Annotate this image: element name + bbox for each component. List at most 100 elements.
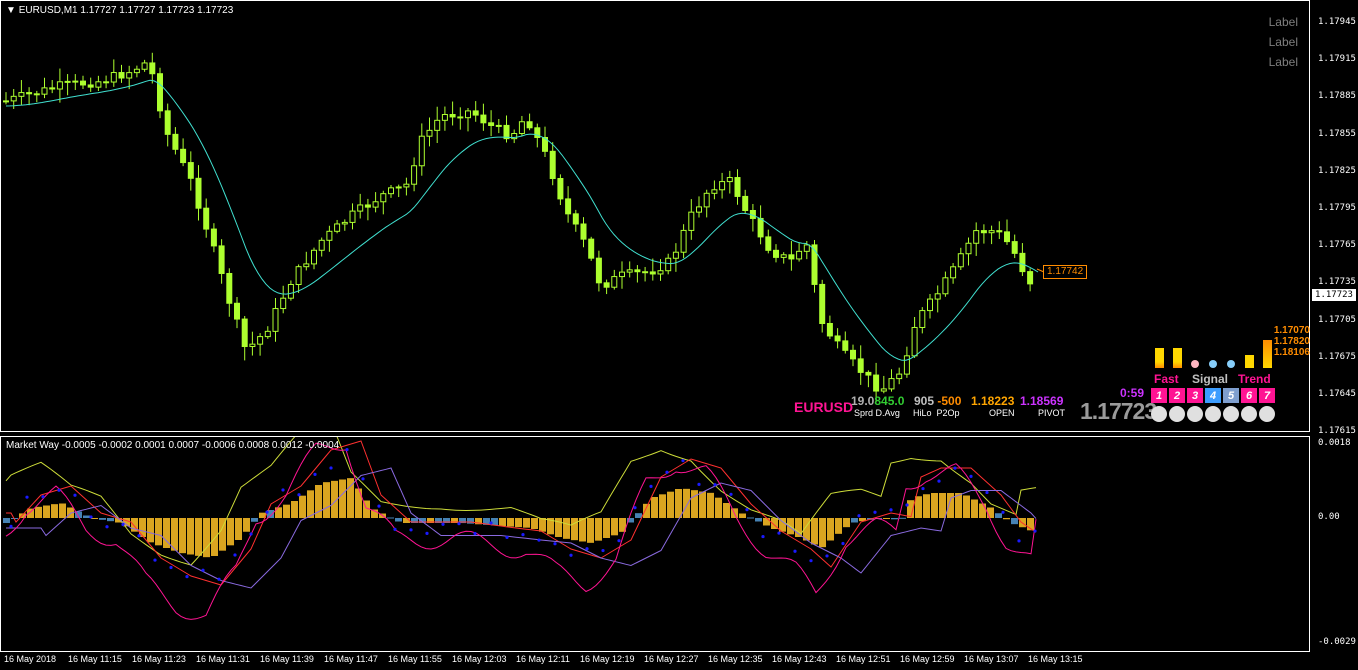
candle-body	[942, 277, 949, 295]
time-axis-label: 16 May 11:15	[68, 654, 122, 664]
candle-body	[141, 62, 148, 70]
signal-levels: 1.17070 1.17820 1.18106	[1270, 325, 1310, 358]
candle-body	[688, 211, 695, 231]
candle-body	[272, 308, 279, 332]
candle-body	[726, 177, 733, 183]
signal-level-3: 1.18106	[1273, 347, 1310, 358]
indicator-dot	[137, 534, 141, 538]
fast-bar-2	[1173, 348, 1182, 368]
indicator-dot	[969, 474, 973, 478]
indicator-dot	[473, 531, 477, 536]
histogram-bar	[691, 490, 698, 518]
histogram-bar	[59, 503, 66, 518]
candle-body	[880, 388, 887, 392]
time-axis-label: 16 May 13:07	[964, 654, 1019, 664]
histogram-bar	[635, 513, 642, 518]
candle-body	[672, 251, 679, 259]
davg-label: D.Avg	[875, 408, 900, 418]
signal-circle-4	[1205, 406, 1221, 422]
pivot-label: PIVOT	[1038, 408, 1066, 418]
histogram-bar	[995, 513, 1002, 518]
candle-body	[449, 114, 456, 118]
indicator-dot	[345, 448, 349, 452]
indicator-dot	[825, 554, 829, 558]
histogram-bar	[107, 518, 114, 522]
indicator-dot	[185, 574, 189, 579]
signal-level-1: 1.17070	[1273, 325, 1310, 336]
candle-body	[349, 210, 356, 223]
histogram-bar	[507, 518, 514, 527]
signal-circle-7	[1259, 406, 1275, 422]
signal-box-2: 2	[1169, 388, 1185, 403]
indicator-dot	[73, 493, 77, 497]
indicator-dot	[489, 521, 493, 525]
price-axis-label: 1.17915	[1318, 54, 1356, 65]
histogram-bar	[3, 518, 10, 523]
signal-label: Signal	[1192, 372, 1229, 386]
candle-body	[850, 349, 856, 360]
indicator-dot	[313, 472, 317, 476]
candle-body	[518, 121, 525, 135]
histogram-bar	[707, 492, 714, 518]
histogram-bar	[939, 493, 946, 518]
candle-body	[495, 124, 502, 127]
fast-label: Fast	[1154, 372, 1179, 386]
candle-body	[149, 62, 156, 75]
label-3: Label	[1268, 55, 1298, 69]
histogram-bar	[891, 518, 898, 520]
indicator-dot	[649, 484, 653, 488]
indicator-dot	[761, 534, 765, 539]
spread-value: 19.0	[851, 394, 875, 408]
indicator-dot	[553, 542, 557, 546]
candle-body	[549, 150, 556, 180]
histogram-bar	[523, 518, 530, 528]
indicator-pane[interactable]	[0, 436, 1310, 652]
candle-body	[287, 284, 294, 299]
time-axis-label: 16 May 2018	[4, 654, 57, 664]
indicator-dot	[889, 508, 893, 512]
histogram-bar	[1003, 518, 1010, 520]
candle-body	[56, 81, 63, 90]
candle-body	[3, 100, 9, 103]
main-chart-pane[interactable]	[0, 0, 1310, 432]
candle-body	[234, 302, 240, 320]
indicator-dot	[713, 483, 717, 487]
histogram-bar	[515, 518, 522, 528]
signal-box-5: 5	[1223, 388, 1239, 403]
candle-body	[657, 270, 664, 275]
pivot-value: 1.18569	[1020, 394, 1064, 408]
histogram-bar	[963, 495, 970, 518]
indicator-axis-label: 0.0018	[1318, 438, 1351, 448]
candle-body	[957, 253, 964, 268]
time-axis-label: 16 May 12:43	[772, 654, 827, 664]
histogram-bar	[227, 518, 234, 546]
price-axis-label: 1.17645	[1318, 389, 1356, 399]
candle-body	[95, 81, 102, 88]
indicator-dot	[729, 492, 733, 496]
candle-body	[318, 239, 325, 251]
candle-body	[580, 223, 587, 240]
histogram-bar	[595, 518, 602, 541]
current-price-marker: 1.17723	[1312, 289, 1356, 301]
candle-body	[249, 343, 256, 348]
candle-body	[742, 195, 749, 212]
candle-body	[896, 373, 903, 380]
histogram-bar	[723, 503, 730, 518]
candle-body	[80, 80, 86, 86]
histogram-bar	[899, 517, 906, 519]
candle-body	[950, 266, 957, 279]
candle-body	[788, 254, 795, 260]
histogram-bar	[179, 518, 186, 554]
chart-menu-arrow-icon[interactable]: ▼	[6, 5, 16, 16]
candle-body	[572, 213, 579, 225]
indicator-dot	[25, 495, 29, 499]
candle-body	[118, 72, 125, 79]
histogram-bar	[299, 495, 306, 518]
histogram-bar	[243, 518, 250, 532]
histogram-bar	[51, 504, 58, 518]
signal-box-4: 4	[1205, 388, 1221, 403]
candle-body	[1011, 241, 1018, 254]
candle-body	[911, 326, 918, 357]
signal-box-7: 7	[1259, 388, 1275, 403]
indicator-dot	[953, 466, 957, 470]
